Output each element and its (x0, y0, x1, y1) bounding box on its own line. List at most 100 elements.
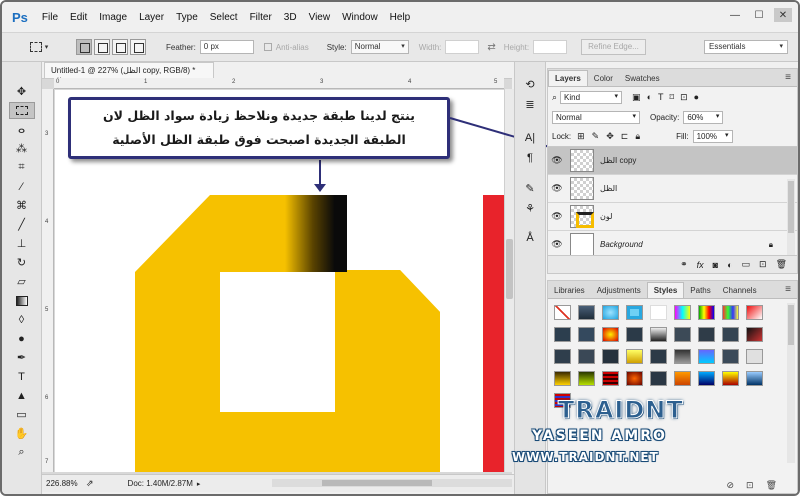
horizontal-scrollbar[interactable] (272, 479, 512, 487)
maximize-button[interactable]: ☐ (750, 8, 768, 22)
clone-source-icon[interactable]: ⚘ (519, 200, 541, 216)
style-swatch[interactable] (650, 349, 667, 364)
healing-brush-tool-icon[interactable]: ⌘ (9, 197, 35, 214)
style-select[interactable]: Normal (350, 40, 409, 54)
menu-type[interactable]: Type (176, 12, 198, 23)
add-selection-button[interactable] (94, 39, 110, 55)
layer-name[interactable]: الظل (600, 184, 617, 193)
layer-row-color[interactable]: 👁︎ لون (548, 203, 797, 231)
layer-row-shadow[interactable]: 👁︎ الظل (548, 175, 797, 203)
new-layer-icon[interactable]: ⊡ (759, 259, 767, 270)
scroll-thumb[interactable] (788, 305, 794, 345)
adjustment-filter-icon[interactable]: ◐ (647, 92, 652, 103)
filter-toggle-icon[interactable]: ● (694, 92, 699, 103)
style-swatch[interactable] (626, 349, 643, 364)
subtract-selection-button[interactable] (112, 39, 128, 55)
paragraph-icon[interactable]: ¶ (519, 150, 541, 166)
fill-input[interactable]: 100% (692, 130, 733, 143)
character-icon[interactable]: A| (519, 130, 541, 146)
refine-edge-button[interactable]: Refine Edge... (581, 39, 646, 55)
panel-menu-icon[interactable]: ≡ (785, 284, 791, 295)
gradient-tool-icon[interactable] (9, 292, 35, 309)
tab-color[interactable]: Color (588, 71, 619, 86)
style-swatch[interactable] (722, 371, 739, 386)
style-swatch[interactable] (626, 327, 643, 342)
hand-tool-icon[interactable]: ✋ (9, 425, 35, 442)
menu-3d[interactable]: 3D (284, 12, 297, 23)
style-swatch[interactable] (698, 327, 715, 342)
trash-icon[interactable]: 🗑︎ (776, 259, 787, 270)
style-swatch[interactable] (554, 371, 571, 386)
shape-tool-icon[interactable]: ▭ (9, 406, 35, 423)
antialias-checkbox[interactable] (263, 43, 272, 51)
scroll-thumb[interactable] (506, 239, 513, 299)
export-icon[interactable]: ⇗ (86, 478, 94, 489)
menu-view[interactable]: View (309, 12, 331, 23)
zoom-tool-icon[interactable]: ⌕ (9, 444, 35, 461)
new-selection-button[interactable] (76, 39, 92, 55)
clear-style-icon[interactable]: ⊘ (726, 480, 734, 491)
menu-edit[interactable]: Edit (70, 12, 87, 23)
opacity-input[interactable]: 60% (683, 110, 724, 124)
menu-layer[interactable]: Layer (139, 12, 164, 23)
history-brush-tool-icon[interactable]: ↻ (9, 254, 35, 271)
style-swatch-none[interactable] (554, 305, 571, 320)
style-swatch[interactable] (626, 371, 643, 386)
style-swatch[interactable] (602, 371, 619, 386)
layer-name[interactable]: الظل copy (600, 156, 636, 165)
style-swatch[interactable] (602, 305, 619, 320)
style-swatch[interactable] (698, 305, 715, 320)
new-style-icon[interactable]: ⊡ (746, 480, 754, 491)
mask-icon[interactable]: ◙ (713, 260, 718, 270)
dodge-tool-icon[interactable]: ● (9, 330, 35, 347)
adjustment-icon[interactable]: ◐ (727, 260, 732, 270)
glyphs-icon[interactable]: Å (519, 230, 541, 246)
eye-icon[interactable]: 👁︎ (548, 183, 566, 194)
fx-icon[interactable]: fx (697, 260, 704, 270)
style-swatch[interactable] (722, 327, 739, 342)
scroll-thumb[interactable] (788, 181, 794, 233)
style-swatch[interactable] (746, 305, 763, 320)
style-swatch[interactable] (674, 349, 691, 364)
trash-icon[interactable]: 🗑︎ (766, 480, 777, 491)
style-swatch[interactable] (722, 305, 739, 320)
style-swatch[interactable] (698, 349, 715, 364)
properties-icon[interactable]: ≣ (519, 96, 541, 112)
crop-tool-icon[interactable]: ⌗ (9, 159, 35, 176)
style-swatch[interactable] (578, 327, 595, 342)
tab-channels[interactable]: Channels (717, 283, 763, 298)
style-swatch[interactable] (746, 371, 763, 386)
layer-row-shadow-copy[interactable]: 👁︎ الظل copy (548, 147, 797, 175)
style-swatch[interactable] (674, 327, 691, 342)
menu-file[interactable]: File (42, 12, 58, 23)
styles-scrollbar[interactable] (787, 303, 795, 463)
layers-scrollbar[interactable] (787, 179, 795, 257)
style-swatch[interactable] (626, 305, 643, 320)
lock-artboard-icon[interactable]: ⊏ (621, 131, 629, 142)
style-swatch[interactable] (602, 327, 619, 342)
type-tool-icon[interactable]: T (9, 368, 35, 385)
tool-preset-picker[interactable]: ▾ (24, 37, 54, 57)
style-swatch[interactable] (722, 349, 739, 364)
height-input[interactable] (533, 40, 568, 54)
style-swatch[interactable] (578, 305, 595, 320)
eye-icon[interactable]: 👁︎ (548, 239, 566, 250)
eye-icon[interactable]: 👁︎ (548, 211, 566, 222)
shape-filter-icon[interactable]: ⌑ (670, 92, 675, 103)
status-menu-icon[interactable]: ▸ (197, 480, 201, 488)
lock-transparent-icon[interactable]: ⊞ (577, 131, 585, 142)
document-tab[interactable]: Untitled-1 @ 227% (الظل copy, RGB/8) * × (44, 62, 214, 84)
close-button[interactable]: ✕ (774, 8, 792, 22)
brush-tool-icon[interactable]: ╱ (9, 216, 35, 233)
zoom-readout[interactable]: 226.88% (46, 479, 86, 488)
brush-presets-icon[interactable]: ✎ (519, 180, 541, 196)
lock-image-icon[interactable]: ✎ (592, 131, 600, 142)
eyedropper-tool-icon[interactable]: ⁄ (9, 178, 35, 195)
move-tool-icon[interactable]: ✥ (9, 83, 35, 100)
minimize-button[interactable]: — (726, 8, 744, 22)
group-icon[interactable]: ▭ (742, 259, 751, 270)
tab-adjustments[interactable]: Adjustments (591, 283, 647, 298)
smart-object-filter-icon[interactable]: ⊡ (680, 92, 688, 103)
eye-icon[interactable]: 👁︎ (548, 155, 566, 166)
tab-swatches[interactable]: Swatches (619, 71, 666, 86)
